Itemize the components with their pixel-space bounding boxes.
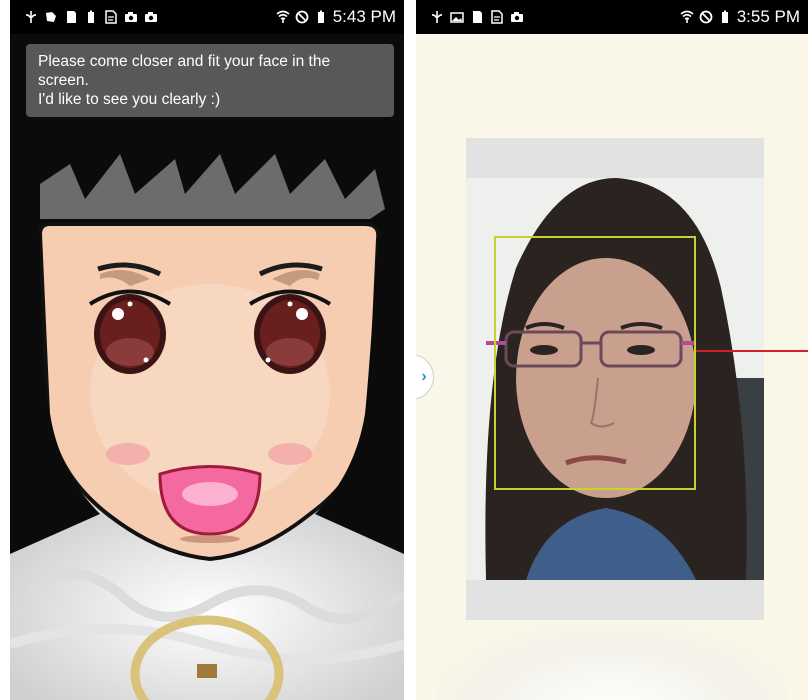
app-icon — [46, 12, 56, 22]
camera-preview — [466, 178, 764, 580]
no-sound-icon — [295, 10, 309, 24]
preview-frame-bottom — [466, 580, 764, 620]
camera-screen: 3:55 PM › — [416, 0, 808, 700]
bottom-glow — [436, 624, 788, 700]
preview-frame-top — [466, 138, 764, 178]
image-icon — [450, 12, 464, 23]
pointer-line — [696, 350, 808, 352]
battery-icon — [88, 10, 94, 23]
sd-card-icon — [473, 11, 482, 23]
battery-icon — [317, 10, 324, 23]
notification-icons — [10, 10, 158, 24]
no-sound-icon — [699, 10, 713, 24]
camera-icon — [125, 12, 137, 22]
status-time: 5:43 PM — [332, 7, 396, 26]
instruction-toast: Please come closer and fit your face in … — [26, 44, 394, 117]
toast-line: Please come closer and fit your face in … — [38, 53, 331, 70]
document-icon — [105, 10, 117, 24]
status-bar: 5:43 PM — [10, 0, 404, 34]
toast-line: I'd like to see you clearly :) — [38, 91, 221, 108]
chevron-right-icon: › — [421, 368, 427, 385]
status-time: 3:55 PM — [736, 7, 800, 26]
toast-line: screen. — [38, 72, 89, 89]
camera-preview-area: › — [416, 34, 808, 700]
avatar-face — [10, 34, 404, 700]
wifi-icon — [276, 10, 290, 23]
usb-icon — [26, 11, 36, 23]
side-drawer-tab[interactable]: › — [416, 354, 434, 400]
document-icon — [491, 10, 503, 24]
avatar-screen: 5:43 PM Please come closer and fit your … — [10, 0, 404, 700]
sd-card-icon — [67, 11, 76, 23]
camera-icon — [511, 12, 523, 22]
notification-icons — [416, 10, 524, 24]
usb-icon — [432, 11, 442, 23]
battery-icon — [721, 10, 728, 23]
status-bar: 3:55 PM — [416, 0, 808, 34]
camera-icon — [145, 12, 157, 22]
wifi-icon — [680, 10, 694, 23]
